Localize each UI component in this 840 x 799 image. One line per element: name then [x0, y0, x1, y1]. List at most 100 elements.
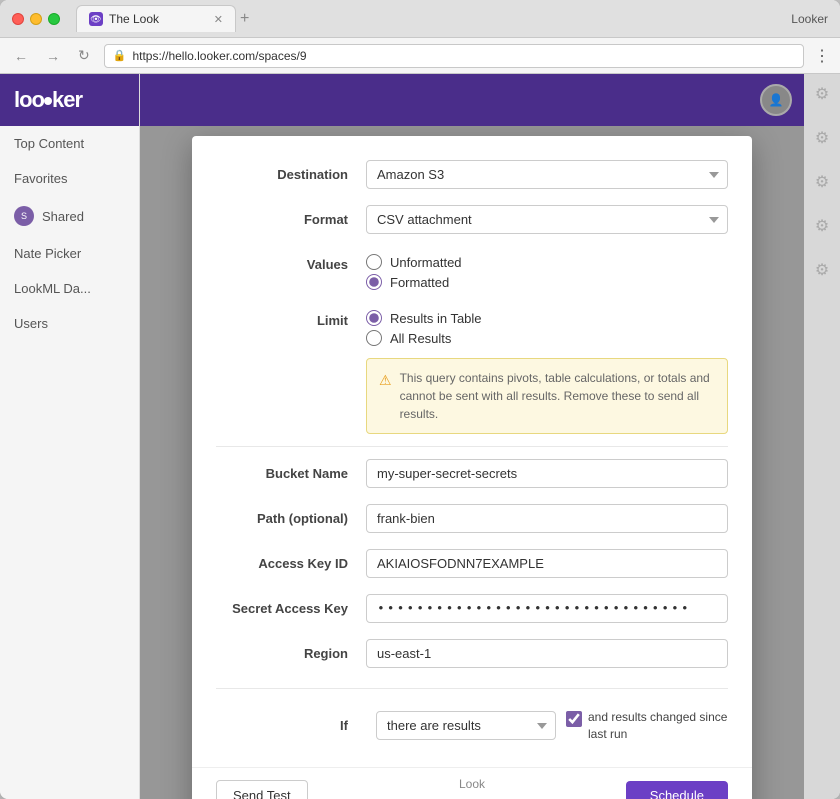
modal-body: Destination Amazon S3 Format CSV attachm…	[192, 136, 752, 767]
limit-results-in-table-option[interactable]: Results in Table	[366, 310, 728, 326]
warning-box: ⚠ This query contains pivots, table calc…	[366, 358, 728, 434]
path-control	[366, 504, 728, 533]
values-radio-group: Unformatted Formatted	[366, 250, 728, 290]
maximize-button[interactable]	[48, 13, 60, 25]
url-field[interactable]: 🔒 https://hello.looker.com/spaces/9	[104, 44, 804, 68]
if-checkbox-label: and results changed since last run	[588, 709, 728, 743]
tab-close-icon[interactable]: ✕	[214, 13, 223, 26]
sidebar-item-favorites[interactable]: Favorites	[0, 161, 139, 196]
region-label: Region	[216, 639, 366, 661]
sidebar-label-favorites: Favorites	[14, 171, 67, 186]
format-row: Format CSV attachment	[192, 197, 752, 242]
right-gears-panel: ⚙ ⚙ ⚙ ⚙ ⚙	[804, 74, 840, 799]
limit-control: Results in Table All Results ⚠	[366, 306, 728, 434]
access-key-id-row: Access Key ID	[192, 541, 752, 586]
sidebar: looker Top Content Favorites S Shared Na…	[0, 74, 140, 799]
close-button[interactable]	[12, 13, 24, 25]
values-unformatted-option[interactable]: Unformatted	[366, 254, 728, 270]
address-bar: ← → ↻ 🔒 https://hello.looker.com/spaces/…	[0, 38, 840, 74]
gear-icon-3[interactable]: ⚙	[815, 172, 829, 192]
sidebar-item-shared[interactable]: S Shared	[0, 196, 139, 236]
schedule-button[interactable]: Schedule	[626, 781, 728, 799]
bucket-name-label: Bucket Name	[216, 459, 366, 481]
values-unformatted-label: Unformatted	[390, 255, 462, 270]
limit-row: Limit Results in Table All Re	[192, 298, 752, 442]
limit-all-results-option[interactable]: All Results	[366, 330, 728, 346]
shared-avatar: S	[14, 206, 34, 226]
sidebar-label-lookml: LookML Da...	[14, 281, 91, 296]
traffic-lights	[12, 13, 60, 25]
values-control: Unformatted Formatted	[366, 250, 728, 290]
tab-area: 👁 The Look ✕ +	[76, 5, 783, 32]
format-select[interactable]: CSV attachment	[366, 205, 728, 234]
region-control	[366, 639, 728, 668]
forward-button[interactable]: →	[42, 46, 64, 66]
tab-favicon-icon: 👁	[89, 12, 103, 26]
title-bar: 👁 The Look ✕ + Looker	[0, 0, 840, 38]
destination-select[interactable]: Amazon S3	[366, 160, 728, 189]
sidebar-item-users[interactable]: Users	[0, 306, 139, 341]
values-formatted-radio[interactable]	[366, 274, 382, 290]
access-key-id-control	[366, 549, 728, 578]
path-label: Path (optional)	[216, 504, 366, 526]
limit-all-results-radio[interactable]	[366, 330, 382, 346]
region-input[interactable]	[366, 639, 728, 668]
tab-title: The Look	[109, 12, 159, 26]
values-formatted-label: Formatted	[390, 275, 449, 290]
secret-access-key-row: Secret Access Key	[192, 586, 752, 631]
gear-icon-4[interactable]: ⚙	[815, 216, 829, 236]
schedule-modal: Destination Amazon S3 Format CSV attachm…	[192, 136, 752, 799]
path-input[interactable]	[366, 504, 728, 533]
secret-access-key-input[interactable]	[366, 594, 728, 623]
format-label: Format	[216, 205, 366, 227]
sidebar-item-lookml[interactable]: LookML Da...	[0, 271, 139, 306]
main-area: 👤 Destination Amazon S3	[140, 74, 804, 799]
values-formatted-option[interactable]: Formatted	[366, 274, 728, 290]
top-bar-right: 👤	[760, 84, 804, 116]
logo-text: looker	[14, 87, 82, 113]
browser-content: looker Top Content Favorites S Shared Na…	[0, 74, 840, 799]
access-key-id-label: Access Key ID	[216, 549, 366, 571]
limit-results-in-table-label: Results in Table	[390, 311, 482, 326]
format-control: CSV attachment	[366, 205, 728, 234]
new-tab-icon[interactable]: +	[240, 10, 249, 28]
bucket-name-input[interactable]	[366, 459, 728, 488]
if-row: If there are resultsthere are no results…	[192, 701, 752, 751]
limit-all-results-label: All Results	[390, 331, 451, 346]
access-key-id-input[interactable]	[366, 549, 728, 578]
destination-control: Amazon S3	[366, 160, 728, 189]
browser-tab[interactable]: 👁 The Look ✕	[76, 5, 236, 32]
gear-icon-5[interactable]: ⚙	[815, 260, 829, 280]
destination-label: Destination	[216, 160, 366, 182]
top-bar: 👤	[140, 74, 804, 126]
gear-icon-2[interactable]: ⚙	[815, 128, 829, 148]
divider-1	[216, 446, 728, 447]
back-button[interactable]: ←	[10, 46, 32, 66]
user-avatar-button[interactable]: 👤	[760, 84, 792, 116]
reload-button[interactable]: ↻	[74, 45, 94, 66]
sidebar-label-nate-picker: Nate Picker	[14, 246, 81, 261]
values-row: Values Unformatted Formatted	[192, 242, 752, 298]
limit-label: Limit	[216, 306, 366, 328]
minimize-button[interactable]	[30, 13, 42, 25]
send-test-button[interactable]: Send Test	[216, 780, 308, 799]
secret-access-key-label: Secret Access Key	[216, 594, 366, 616]
limit-results-in-table-radio[interactable]	[366, 310, 382, 326]
lock-icon: 🔒	[113, 49, 127, 62]
divider-2	[216, 688, 728, 689]
if-checkbox[interactable]	[566, 711, 582, 727]
browser-window: 👁 The Look ✕ + Looker ← → ↻ 🔒 https://he…	[0, 0, 840, 799]
secret-access-key-control	[366, 594, 728, 623]
browser-menu-icon[interactable]: ⋮	[814, 46, 830, 66]
warning-text: This query contains pivots, table calcul…	[400, 369, 715, 423]
bucket-name-row: Bucket Name	[192, 451, 752, 496]
limit-radio-group: Results in Table All Results ⚠	[366, 306, 728, 434]
sidebar-label-shared: Shared	[42, 209, 84, 224]
sidebar-item-nate-picker[interactable]: Nate Picker	[0, 236, 139, 271]
values-unformatted-radio[interactable]	[366, 254, 382, 270]
destination-row: Destination Amazon S3	[192, 152, 752, 197]
if-select[interactable]: there are resultsthere are no resultsalw…	[376, 711, 556, 740]
gear-icon-1[interactable]: ⚙	[815, 84, 829, 104]
url-text: https://hello.looker.com/spaces/9	[132, 49, 306, 63]
sidebar-item-top-content[interactable]: Top Content	[0, 126, 139, 161]
